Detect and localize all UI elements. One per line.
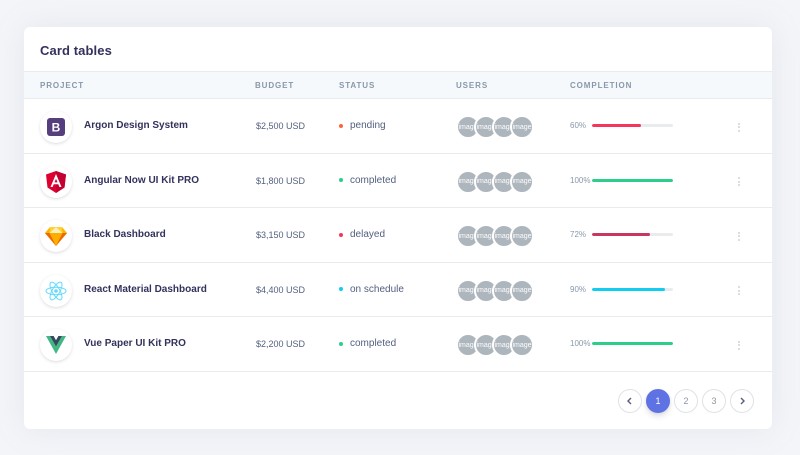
- completion: 100%: [570, 176, 673, 185]
- chevron-left-icon: [627, 397, 632, 405]
- status-text: delayed: [350, 229, 386, 241]
- row-actions-button[interactable]: [734, 229, 744, 243]
- pagination-next-button[interactable]: [730, 389, 754, 413]
- avatar-group: image image image image: [456, 333, 534, 358]
- pagination-page-1[interactable]: 1: [646, 389, 670, 413]
- progress-bar-fill: [592, 124, 641, 127]
- status-text: pending: [350, 120, 386, 131]
- row-actions-button[interactable]: [734, 175, 744, 189]
- table-row: B Argon Design System $2,500 USD pending…: [24, 99, 772, 154]
- progress-bar: [592, 178, 673, 182]
- status-dot: [339, 341, 343, 346]
- column-header-status: Status: [339, 81, 376, 90]
- progress-bar-fill: [592, 287, 665, 291]
- status-dot: [339, 232, 343, 237]
- status-text: on schedule: [350, 283, 404, 295]
- status-text: completed: [350, 338, 397, 350]
- project-name: Angular Now UI Kit PRO: [84, 174, 199, 186]
- completion-percent: 60%: [570, 121, 587, 130]
- chevron-right-icon: [740, 397, 745, 405]
- project-budget: $1,800 USD: [256, 175, 306, 186]
- ellipsis-vertical-icon: [738, 340, 740, 343]
- status-badge: pending: [339, 120, 386, 131]
- project-budget: $4,400 USD: [256, 284, 306, 295]
- status-badge: on schedule: [339, 284, 404, 295]
- table-row: React Material Dashboard $4,400 USD on s…: [24, 263, 772, 318]
- status-dot: [339, 123, 343, 128]
- pagination-page-3[interactable]: 3: [702, 389, 726, 413]
- progress-bar-fill: [592, 342, 673, 346]
- project-budget: $2,500 USD: [256, 121, 306, 131]
- avatar-group: image image image image: [456, 169, 534, 194]
- card-header: Card tables: [24, 27, 772, 72]
- status-badge: completed: [339, 338, 396, 349]
- project-budget: $2,200 USD: [256, 339, 306, 350]
- status-dot: [339, 287, 343, 292]
- progress-bar-fill: [592, 233, 651, 237]
- status-badge: completed: [339, 175, 396, 186]
- svg-text:B: B: [52, 121, 61, 135]
- table-row: Vue Paper UI Kit PRO $2,200 USD complete…: [24, 317, 772, 372]
- column-header-budget: Budget: [255, 81, 295, 90]
- row-actions-button[interactable]: [734, 284, 744, 298]
- project-budget: $3,150 USD: [256, 230, 306, 241]
- pagination-prev-button[interactable]: [618, 389, 642, 413]
- angular-icon: [46, 170, 66, 193]
- vue-icon: [46, 336, 66, 355]
- project-name: Black Dashboard: [84, 229, 166, 241]
- react-icon: [45, 281, 67, 301]
- table-header: Project Budget Status Users Completion: [24, 72, 772, 99]
- avatar-group: image image image image: [456, 278, 534, 303]
- avatar-group: image image image image: [456, 115, 534, 139]
- ellipsis-vertical-icon: [738, 122, 740, 125]
- table-row: Black Dashboard $3,150 USD delayed image…: [24, 208, 772, 263]
- row-actions-button[interactable]: [734, 338, 744, 352]
- project-logo: [40, 220, 72, 253]
- user-avatar[interactable]: image: [510, 115, 534, 139]
- progress-bar-fill: [592, 178, 673, 182]
- progress-bar: [592, 287, 673, 291]
- user-avatar[interactable]: image: [510, 224, 534, 249]
- project-logo: B: [40, 111, 72, 143]
- project-name: Vue Paper UI Kit PRO: [84, 338, 186, 350]
- column-header-users: Users: [456, 81, 489, 90]
- ellipsis-vertical-icon: [738, 177, 740, 180]
- pagination: 1 2 3: [618, 389, 754, 413]
- progress-bar: [592, 342, 673, 346]
- completion: 72%: [570, 230, 673, 239]
- completion-percent: 100%: [570, 175, 591, 185]
- row-actions-button[interactable]: [734, 120, 744, 134]
- ellipsis-vertical-icon: [738, 231, 740, 234]
- status-badge: delayed: [339, 229, 385, 240]
- project-name: Argon Design System: [84, 120, 188, 131]
- status-text: completed: [350, 174, 397, 186]
- project-logo: [40, 329, 72, 362]
- pagination-page-2[interactable]: 2: [674, 389, 698, 413]
- table-row: Angular Now UI Kit PRO $1,800 USD comple…: [24, 154, 772, 209]
- avatar-group: image image image image: [456, 224, 534, 249]
- progress-bar: [592, 233, 673, 237]
- card-title: Card tables: [40, 43, 112, 58]
- completion: 90%: [570, 285, 673, 294]
- column-header-completion: Completion: [570, 81, 633, 90]
- completion: 60%: [570, 121, 673, 130]
- column-header-project: Project: [40, 81, 85, 90]
- user-avatar[interactable]: image: [510, 278, 534, 303]
- card-table: Card tables Project Budget Status Users …: [24, 27, 772, 429]
- project-name: React Material Dashboard: [84, 283, 207, 295]
- completion: 100%: [570, 339, 673, 348]
- status-dot: [339, 178, 343, 183]
- bootstrap-icon: B: [47, 118, 65, 136]
- completion-percent: 90%: [570, 284, 587, 294]
- sketch-icon: [45, 226, 67, 247]
- completion-percent: 72%: [570, 230, 587, 240]
- progress-bar: [592, 124, 673, 127]
- project-logo: [40, 165, 72, 198]
- ellipsis-vertical-icon: [738, 286, 740, 289]
- project-logo: [40, 274, 72, 307]
- user-avatar[interactable]: image: [510, 169, 534, 194]
- completion-percent: 100%: [570, 339, 591, 349]
- table-body: B Argon Design System $2,500 USD pending…: [24, 99, 772, 372]
- user-avatar[interactable]: image: [510, 333, 534, 358]
